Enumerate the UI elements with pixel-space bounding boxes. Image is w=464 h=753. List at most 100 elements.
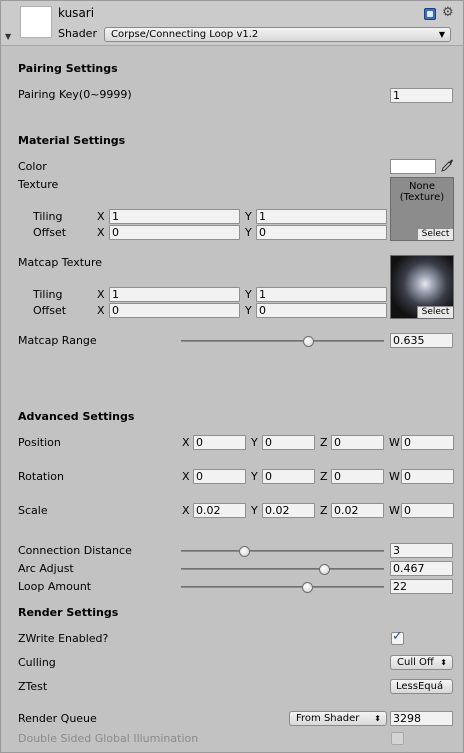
texture-select-button[interactable]: Select bbox=[417, 228, 453, 240]
chevron-down-icon: ▼ bbox=[438, 30, 445, 39]
render-queue-chevron-icon: ⬍ bbox=[374, 714, 381, 723]
texture-slot[interactable]: None (Texture) Select bbox=[390, 177, 454, 241]
arc-adjust-field[interactable]: 0.467 bbox=[390, 561, 453, 576]
shader-dropdown[interactable]: Corpse/Connecting Loop v1.2 ▼ bbox=[104, 27, 451, 42]
loop-amount-slider[interactable] bbox=[181, 586, 384, 588]
matcap-offset-y-field[interactable]: 0 bbox=[256, 303, 387, 318]
scale-y-axis: Y bbox=[251, 504, 258, 517]
eyedropper-icon[interactable] bbox=[440, 157, 454, 173]
checkmark-icon: ✓ bbox=[392, 629, 403, 644]
scale-w-field[interactable]: 0 bbox=[401, 503, 454, 518]
arc-adjust-slider[interactable] bbox=[181, 568, 384, 570]
zwrite-label: ZWrite Enabled? bbox=[18, 632, 109, 645]
section-title-advanced: Advanced Settings bbox=[18, 410, 135, 423]
rotation-z-field[interactable]: 0 bbox=[331, 469, 384, 484]
scale-w-axis: W bbox=[389, 504, 400, 517]
rotation-w-axis: W bbox=[389, 470, 400, 483]
zwrite-checkbox[interactable]: ✓ bbox=[391, 629, 404, 645]
position-z-field[interactable]: 0 bbox=[331, 435, 384, 450]
matcap-tiling-y-field[interactable]: 1 bbox=[256, 287, 387, 302]
texture-type-text: (Texture) bbox=[399, 192, 445, 203]
ztest-dropdown-value: LessEquá bbox=[396, 681, 444, 692]
position-x-axis: X bbox=[182, 436, 190, 449]
matcap-texture-label: Matcap Texture bbox=[18, 256, 103, 269]
matcap-texture-slot[interactable]: Select bbox=[390, 255, 454, 319]
rotation-y-field[interactable]: 0 bbox=[262, 469, 315, 484]
matcap-tiling-label: Tiling bbox=[33, 288, 63, 301]
color-swatch[interactable] bbox=[390, 159, 436, 174]
render-queue-mode-value: From Shader bbox=[296, 713, 360, 724]
texture-tiling-y-field[interactable]: 1 bbox=[256, 209, 387, 224]
material-name: kusari bbox=[58, 6, 95, 20]
loop-amount-field[interactable]: 22 bbox=[390, 579, 453, 594]
matcap-range-thumb[interactable] bbox=[303, 336, 314, 347]
position-z-axis: Z bbox=[320, 436, 328, 449]
texture-tiling-x-field[interactable]: 1 bbox=[109, 209, 240, 224]
matcap-range-field[interactable]: 0.635 bbox=[390, 333, 453, 348]
render-queue-label: Render Queue bbox=[18, 712, 97, 725]
section-title-material: Material Settings bbox=[18, 134, 126, 147]
texture-tiling-y-axis: Y bbox=[245, 210, 252, 223]
position-y-field[interactable]: 0 bbox=[262, 435, 315, 450]
connection-distance-field[interactable]: 3 bbox=[390, 543, 453, 558]
texture-offset-x-axis: X bbox=[97, 226, 105, 239]
matcap-range-slider[interactable] bbox=[181, 340, 384, 342]
scale-y-field[interactable]: 0.02 bbox=[262, 503, 315, 518]
rotation-x-axis: X bbox=[182, 470, 190, 483]
position-x-field[interactable]: 0 bbox=[193, 435, 246, 450]
culling-dropdown-value: Cull Off bbox=[397, 657, 434, 668]
texture-offset-x-field[interactable]: 0 bbox=[109, 225, 240, 240]
render-queue-mode-dropdown[interactable]: From Shader ⬍ bbox=[289, 711, 387, 726]
section-title-render: Render Settings bbox=[18, 606, 119, 619]
matcap-tiling-x-field[interactable]: 1 bbox=[109, 287, 240, 302]
render-queue-field[interactable]: 3298 bbox=[390, 711, 453, 726]
connection-distance-thumb[interactable] bbox=[239, 546, 250, 557]
position-w-field[interactable]: 0 bbox=[401, 435, 454, 450]
book-icon[interactable] bbox=[424, 8, 436, 20]
shader-label: Shader bbox=[58, 27, 97, 40]
material-header: ▼ kusari Shader Corpse/Connecting Loop v… bbox=[1, 1, 463, 46]
position-y-axis: Y bbox=[251, 436, 258, 449]
loop-amount-thumb[interactable] bbox=[302, 582, 313, 593]
section-title-pairing: Pairing Settings bbox=[18, 62, 118, 75]
texture-tiling-x-axis: X bbox=[97, 210, 105, 223]
foldout-arrow-icon[interactable]: ▼ bbox=[5, 32, 11, 41]
matcap-offset-y-axis: Y bbox=[245, 304, 252, 317]
gear-icon[interactable]: ⚙ bbox=[442, 6, 454, 20]
shader-dropdown-value: Corpse/Connecting Loop v1.2 bbox=[111, 29, 259, 40]
arc-adjust-thumb[interactable] bbox=[319, 564, 330, 575]
material-preview-thumbnail bbox=[20, 6, 52, 38]
pairing-key-label: Pairing Key(0~9999) bbox=[18, 88, 132, 101]
position-label: Position bbox=[18, 436, 61, 449]
texture-offset-y-axis: Y bbox=[245, 226, 252, 239]
texture-offset-label: Offset bbox=[33, 226, 67, 239]
matcap-range-label: Matcap Range bbox=[18, 334, 97, 347]
culling-dropdown[interactable]: Cull Off ⬍ bbox=[390, 655, 453, 670]
matcap-select-button[interactable]: Select bbox=[417, 306, 453, 318]
scale-x-axis: X bbox=[182, 504, 190, 517]
texture-offset-y-field[interactable]: 0 bbox=[256, 225, 387, 240]
culling-chevron-icon: ⬍ bbox=[440, 658, 447, 667]
pairing-key-field[interactable]: 1 bbox=[390, 88, 453, 103]
culling-label: Culling bbox=[18, 656, 56, 669]
loop-amount-label: Loop Amount bbox=[18, 580, 92, 593]
texture-tiling-label: Tiling bbox=[33, 210, 63, 223]
rotation-w-field[interactable]: 0 bbox=[401, 469, 454, 484]
matcap-offset-x-axis: X bbox=[97, 304, 105, 317]
matcap-tiling-x-axis: X bbox=[97, 288, 105, 301]
ztest-dropdown[interactable]: LessEquá bbox=[390, 679, 453, 694]
connection-distance-slider[interactable] bbox=[181, 550, 384, 552]
scale-x-field[interactable]: 0.02 bbox=[193, 503, 246, 518]
scale-z-field[interactable]: 0.02 bbox=[331, 503, 384, 518]
dsgi-checkbox[interactable] bbox=[391, 732, 404, 745]
matcap-offset-x-field[interactable]: 0 bbox=[109, 303, 240, 318]
material-inspector: ▼ kusari Shader Corpse/Connecting Loop v… bbox=[0, 0, 464, 753]
connection-distance-label: Connection Distance bbox=[18, 544, 132, 557]
position-w-axis: W bbox=[389, 436, 400, 449]
rotation-y-axis: Y bbox=[251, 470, 258, 483]
matcap-offset-label: Offset bbox=[33, 304, 67, 317]
rotation-x-field[interactable]: 0 bbox=[193, 469, 246, 484]
matcap-tiling-y-axis: Y bbox=[245, 288, 252, 301]
scale-label: Scale bbox=[18, 504, 48, 517]
color-label: Color bbox=[18, 160, 47, 173]
